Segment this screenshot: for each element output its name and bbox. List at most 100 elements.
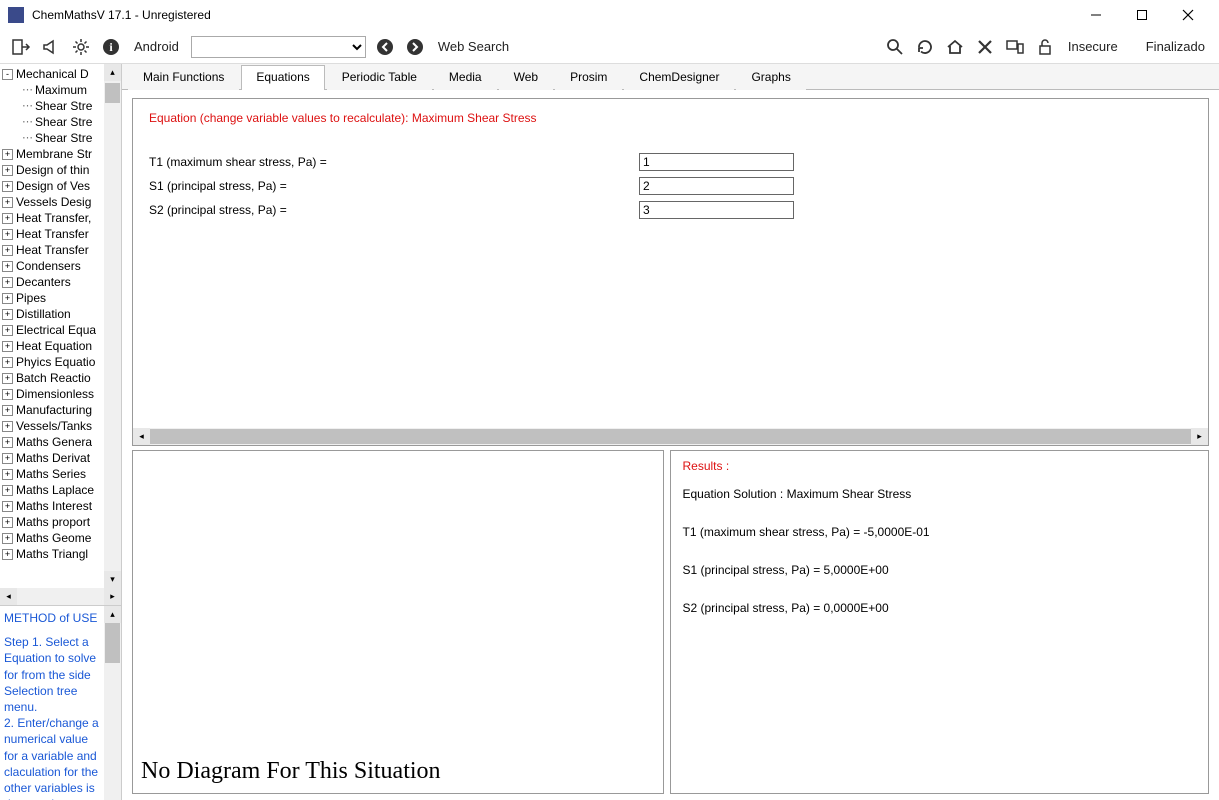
- expand-icon[interactable]: +: [2, 357, 13, 368]
- help-title: METHOD of USE: [4, 610, 117, 626]
- tree-label: Batch Reactio: [16, 370, 91, 386]
- results-line: S2 (principal stress, Pa) = 0,0000E+00: [683, 601, 1197, 615]
- lock-open-icon[interactable]: [1034, 36, 1056, 58]
- scroll-thumb[interactable]: [105, 83, 120, 103]
- tab-web[interactable]: Web: [499, 65, 553, 90]
- scroll-left-icon[interactable]: ◂: [0, 588, 17, 605]
- scroll-thumb[interactable]: [150, 429, 1191, 444]
- tab-prosim[interactable]: Prosim: [555, 65, 622, 90]
- results-title: Equation Solution : Maximum Shear Stress: [683, 487, 1197, 501]
- expand-icon[interactable]: +: [2, 325, 13, 336]
- devices-icon[interactable]: [1004, 36, 1026, 58]
- tree-label: Maximum: [35, 82, 87, 98]
- expand-icon[interactable]: +: [2, 373, 13, 384]
- tree-leaf-icon: ⋯: [22, 98, 33, 114]
- expand-icon[interactable]: +: [2, 197, 13, 208]
- expand-icon[interactable]: +: [2, 517, 13, 528]
- expand-icon[interactable]: +: [2, 213, 13, 224]
- help-vscroll[interactable]: ▴: [104, 606, 121, 800]
- back-icon[interactable]: [374, 36, 396, 58]
- finalizado-label[interactable]: Finalizado: [1142, 39, 1209, 54]
- tab-media[interactable]: Media: [434, 65, 497, 90]
- platform-label: Android: [130, 39, 183, 54]
- tab-periodic-table[interactable]: Periodic Table: [327, 65, 432, 90]
- expand-icon[interactable]: +: [2, 453, 13, 464]
- expand-icon[interactable]: +: [2, 533, 13, 544]
- expand-icon[interactable]: +: [2, 293, 13, 304]
- scroll-right-icon[interactable]: ▸: [1191, 428, 1208, 445]
- insecure-label[interactable]: Insecure: [1064, 39, 1122, 54]
- exit-icon[interactable]: [10, 36, 32, 58]
- scroll-left-icon[interactable]: ◂: [133, 428, 150, 445]
- tree-hscroll[interactable]: ◂ ▸: [0, 588, 121, 605]
- expand-icon[interactable]: +: [2, 501, 13, 512]
- expand-icon[interactable]: +: [2, 549, 13, 560]
- expand-icon[interactable]: +: [2, 341, 13, 352]
- forward-icon[interactable]: [404, 36, 426, 58]
- tree-label: Vessels Desig: [16, 194, 91, 210]
- tree-label: Pipes: [16, 290, 46, 306]
- expand-icon[interactable]: +: [2, 405, 13, 416]
- expand-icon[interactable]: +: [2, 485, 13, 496]
- help-pane: METHOD of USE Step 1. Select a Equation …: [0, 605, 121, 800]
- scroll-up-icon[interactable]: ▴: [104, 606, 121, 623]
- platform-dropdown[interactable]: [191, 36, 366, 58]
- expand-icon[interactable]: +: [2, 245, 13, 256]
- expand-icon[interactable]: +: [2, 149, 13, 160]
- tree-label: Maths Series: [16, 466, 86, 482]
- tree-label: Heat Transfer,: [16, 210, 91, 226]
- expand-icon[interactable]: +: [2, 229, 13, 240]
- cancel-icon[interactable]: [974, 36, 996, 58]
- expand-icon[interactable]: +: [2, 421, 13, 432]
- expand-icon[interactable]: +: [2, 437, 13, 448]
- gear-icon[interactable]: [70, 36, 92, 58]
- minimize-button[interactable]: [1073, 0, 1119, 30]
- title-bar: ChemMathsV 17.1 - Unregistered: [0, 0, 1219, 30]
- sidebar: -Mechanical D⋯Maximum⋯Shear Stre⋯Shear S…: [0, 64, 122, 800]
- expand-icon[interactable]: +: [2, 277, 13, 288]
- tab-equations[interactable]: Equations: [241, 65, 324, 90]
- tree-label: Electrical Equa: [16, 322, 96, 338]
- maximize-button[interactable]: [1119, 0, 1165, 30]
- tree-label: Maths Geome: [16, 530, 91, 546]
- equation-row: S2 (principal stress, Pa) =: [149, 201, 1192, 219]
- tree-label: Shear Stre: [35, 98, 92, 114]
- expand-icon[interactable]: +: [2, 469, 13, 480]
- tree-label: Membrane Str: [16, 146, 92, 162]
- tree-label: Heat Equation: [16, 338, 92, 354]
- tree-vscroll[interactable]: ▴ ▾: [104, 64, 121, 588]
- tab-chemdesigner[interactable]: ChemDesigner: [624, 65, 734, 90]
- expand-icon[interactable]: +: [2, 181, 13, 192]
- expand-icon[interactable]: +: [2, 165, 13, 176]
- expand-icon[interactable]: +: [2, 261, 13, 272]
- close-button[interactable]: [1165, 0, 1211, 30]
- tab-graphs[interactable]: Graphs: [736, 65, 805, 90]
- scroll-right-icon[interactable]: ▸: [104, 588, 121, 605]
- toolbar: i Android Web Search Insecure Finalizado: [0, 30, 1219, 64]
- scroll-thumb[interactable]: [105, 623, 120, 663]
- scroll-down-icon[interactable]: ▾: [104, 571, 121, 588]
- expand-icon[interactable]: +: [2, 389, 13, 400]
- equation-input[interactable]: [639, 201, 794, 219]
- main-area: -Mechanical D⋯Maximum⋯Shear Stre⋯Shear S…: [0, 64, 1219, 800]
- equation-input[interactable]: [639, 177, 794, 195]
- tree-label: Maths Laplace: [16, 482, 94, 498]
- search-icon[interactable]: [884, 36, 906, 58]
- announce-icon[interactable]: [40, 36, 62, 58]
- tree-label: Maths Derivat: [16, 450, 90, 466]
- tree-label: Design of thin: [16, 162, 89, 178]
- tree-label: Heat Transfer: [16, 226, 89, 242]
- websearch-label[interactable]: Web Search: [434, 39, 513, 54]
- equation-panel: Equation (change variable values to reca…: [132, 98, 1209, 446]
- scroll-up-icon[interactable]: ▴: [104, 64, 121, 81]
- tab-main-functions[interactable]: Main Functions: [128, 65, 239, 90]
- equation-hscroll[interactable]: ◂ ▸: [133, 428, 1208, 445]
- tree-label: Manufacturing: [16, 402, 92, 418]
- home-icon[interactable]: [944, 36, 966, 58]
- collapse-icon[interactable]: -: [2, 69, 13, 80]
- tree-label: Dimensionless: [16, 386, 94, 402]
- expand-icon[interactable]: +: [2, 309, 13, 320]
- info-icon[interactable]: i: [100, 36, 122, 58]
- refresh-icon[interactable]: [914, 36, 936, 58]
- equation-input[interactable]: [639, 153, 794, 171]
